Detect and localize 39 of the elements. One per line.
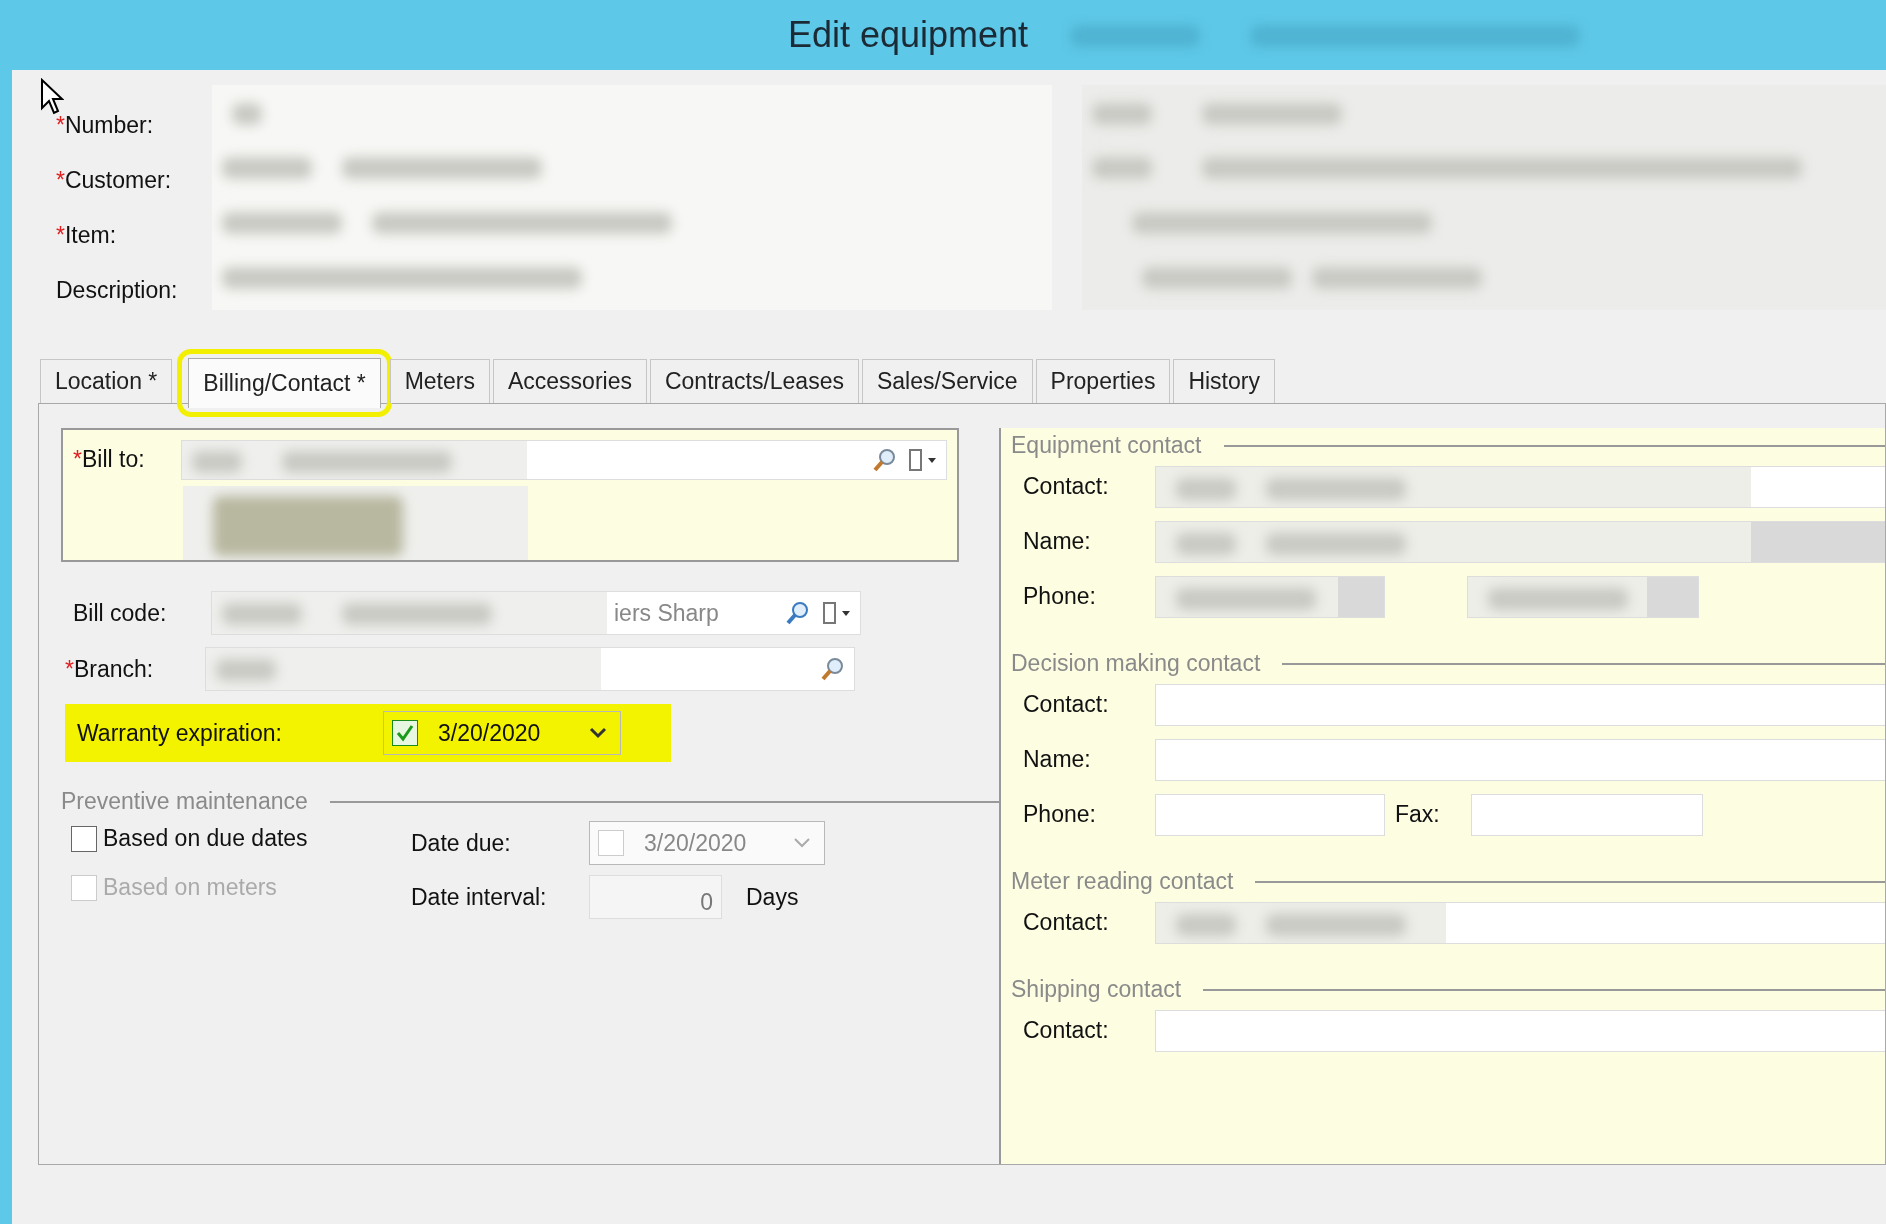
field-label: Phone:: [1022, 801, 1097, 828]
field-label: *Customer:: [55, 166, 173, 195]
input-field[interactable]: iers Sharp: [211, 591, 861, 635]
field-label: Phone:: [1022, 583, 1097, 610]
field-label: Description:: [55, 276, 179, 305]
tab[interactable]: Billing/Contact *: [188, 358, 381, 408]
unit-label: Days: [746, 883, 799, 911]
group-title: Decision making contact: [1011, 650, 1261, 677]
field-label: *Number:: [55, 111, 155, 140]
field-label: Fax:: [1394, 801, 1441, 828]
field-label: Contact:: [1022, 909, 1110, 936]
group-title: Shipping contact: [1011, 976, 1182, 1003]
tab[interactable]: Location *: [40, 359, 173, 403]
checkbox-option[interactable]: Based on due dates: [71, 825, 411, 852]
window-title: Edit equipment: [787, 14, 1029, 56]
field-label: Contact:: [1022, 473, 1110, 500]
field-label: *Branch:: [64, 655, 155, 683]
tab[interactable]: Properties: [1035, 359, 1171, 403]
date-picker[interactable]: 3/20/2020: [383, 711, 621, 755]
field-label: Contact:: [1022, 691, 1110, 718]
field-label: *Item:: [55, 221, 118, 250]
number-field[interactable]: 0: [589, 875, 722, 919]
field-label: Contact:: [1022, 1017, 1110, 1044]
field-label: Name:: [1022, 528, 1092, 555]
field-label: Warranty expiration:: [77, 719, 283, 747]
field-label: *Bill to:: [73, 446, 146, 473]
tab[interactable]: Accessories: [492, 359, 647, 403]
field-label: Date interval:: [411, 883, 548, 911]
field-label: Bill code:: [72, 599, 168, 627]
group-title: Equipment contact: [1011, 432, 1202, 459]
field-label: Date due:: [411, 829, 512, 857]
group-title: Preventive maintenance: [61, 788, 308, 815]
field-value: iers Sharp: [614, 599, 719, 627]
group-title: Meter reading contact: [1011, 868, 1234, 895]
tab[interactable]: Contracts/Leases: [649, 359, 859, 403]
tab[interactable]: Meters: [389, 359, 490, 403]
tab[interactable]: Sales/Service: [861, 359, 1033, 403]
tab[interactable]: History: [1173, 359, 1275, 403]
field-label: Name:: [1022, 746, 1092, 773]
